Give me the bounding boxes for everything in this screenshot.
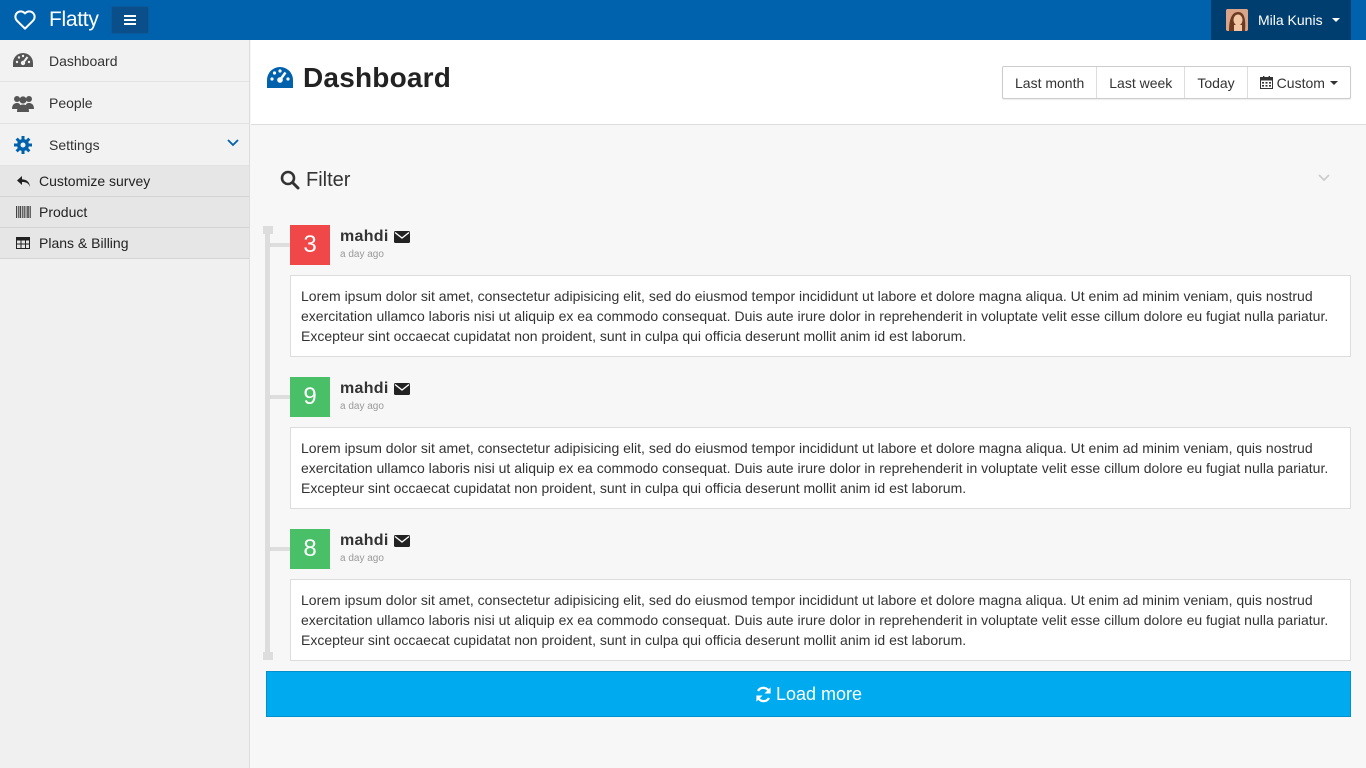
search-icon xyxy=(280,170,300,190)
brand-name: Flatty xyxy=(49,8,99,31)
user-menu[interactable]: Mila Kunis xyxy=(1211,0,1351,40)
menu-toggle-button[interactable] xyxy=(111,6,149,34)
author-name: mahdi xyxy=(340,228,389,245)
avatar xyxy=(1226,9,1248,31)
top-navbar: Flatty Mila Kunis xyxy=(0,0,1366,40)
timestamp: a day ago xyxy=(340,553,384,564)
custom-range-button[interactable]: Custom xyxy=(1248,67,1350,98)
table-icon xyxy=(15,236,31,250)
author: mahdi xyxy=(340,380,410,398)
calendar-icon xyxy=(1259,76,1273,89)
timeline-body: Lorem ipsum dolor sit amet, consectetur … xyxy=(290,579,1351,661)
load-more-label: Load more xyxy=(775,683,863,704)
timeline-body: Lorem ipsum dolor sit amet, consectetur … xyxy=(290,275,1351,357)
author-name: mahdi xyxy=(340,380,389,397)
timeline-body: Lorem ipsum dolor sit amet, consectetur … xyxy=(290,427,1351,509)
sidebar: Dashboard People Settings Customize surv… xyxy=(0,40,250,768)
sidebar-subitem-label: Product xyxy=(39,204,88,220)
count-badge: 3 xyxy=(290,225,330,265)
sidebar-item-label: Settings xyxy=(49,136,100,153)
user-name: Mila Kunis xyxy=(1258,12,1323,28)
timeline-header: mahdi a day ago xyxy=(340,380,410,412)
timeline-line xyxy=(265,230,270,660)
people-icon xyxy=(12,93,34,113)
gear-icon xyxy=(12,135,34,155)
barcode-icon xyxy=(15,205,31,219)
author: mahdi xyxy=(340,228,410,246)
last-week-button[interactable]: Last week xyxy=(1097,67,1186,98)
sidebar-subitem-label: Plans & Billing xyxy=(39,235,129,251)
envelope-icon[interactable] xyxy=(393,231,410,243)
timeline-header: mahdi a day ago xyxy=(340,532,410,564)
timestamp: a day ago xyxy=(340,401,384,412)
reply-icon xyxy=(15,174,31,188)
filter-toggle[interactable]: Filter xyxy=(266,160,1350,200)
sidebar-subitem-product[interactable]: Product xyxy=(0,197,249,228)
timeline-connector xyxy=(270,547,290,551)
brand[interactable]: Flatty xyxy=(14,0,99,40)
page-header: Dashboard Last month Last week Today Cus… xyxy=(251,40,1366,125)
timeline-connector xyxy=(270,395,290,399)
chevron-down-icon xyxy=(1318,174,1330,182)
last-month-button[interactable]: Last month xyxy=(1003,67,1098,98)
count-badge: 9 xyxy=(290,377,330,417)
envelope-icon[interactable] xyxy=(393,383,410,395)
sidebar-subitem-customize-survey[interactable]: Customize survey xyxy=(0,166,249,197)
sidebar-item-settings[interactable]: Settings xyxy=(0,124,249,166)
sidebar-item-label: Dashboard xyxy=(49,52,118,69)
timeline-cap-bottom xyxy=(263,652,273,660)
timeline-header: mahdi a day ago xyxy=(340,228,410,260)
sidebar-item-dashboard[interactable]: Dashboard xyxy=(0,40,249,82)
custom-range-label: Custom xyxy=(1276,74,1325,91)
today-button[interactable]: Today xyxy=(1185,67,1248,98)
filter-label: Filter xyxy=(306,168,351,191)
sidebar-subitem-label: Customize survey xyxy=(39,173,151,189)
envelope-icon[interactable] xyxy=(393,535,410,547)
chevron-down-icon xyxy=(227,139,239,147)
refresh-icon xyxy=(756,686,771,702)
timestamp: a day ago xyxy=(340,249,384,260)
dashboard-icon xyxy=(267,67,293,88)
sidebar-item-label: People xyxy=(49,94,93,111)
dashboard-icon xyxy=(12,51,34,71)
sidebar-subitem-plans-billing[interactable]: Plans & Billing xyxy=(0,228,249,259)
load-more-button[interactable]: Load more xyxy=(266,671,1351,717)
count-badge: 8 xyxy=(290,529,330,569)
sidebar-item-people[interactable]: People xyxy=(0,82,249,124)
date-range-button-group: Last month Last week Today Custom xyxy=(1002,66,1351,99)
hamburger-icon xyxy=(124,15,136,25)
page-title-text: Dashboard xyxy=(303,62,452,93)
timeline-cap-top xyxy=(263,226,273,234)
heart-icon xyxy=(14,10,36,30)
author: mahdi xyxy=(340,532,410,550)
caret-down-icon xyxy=(1329,80,1338,85)
author-name: mahdi xyxy=(340,532,389,549)
timeline-connector xyxy=(270,243,290,247)
caret-down-icon xyxy=(1331,18,1340,22)
page-title: Dashboard xyxy=(266,62,451,94)
